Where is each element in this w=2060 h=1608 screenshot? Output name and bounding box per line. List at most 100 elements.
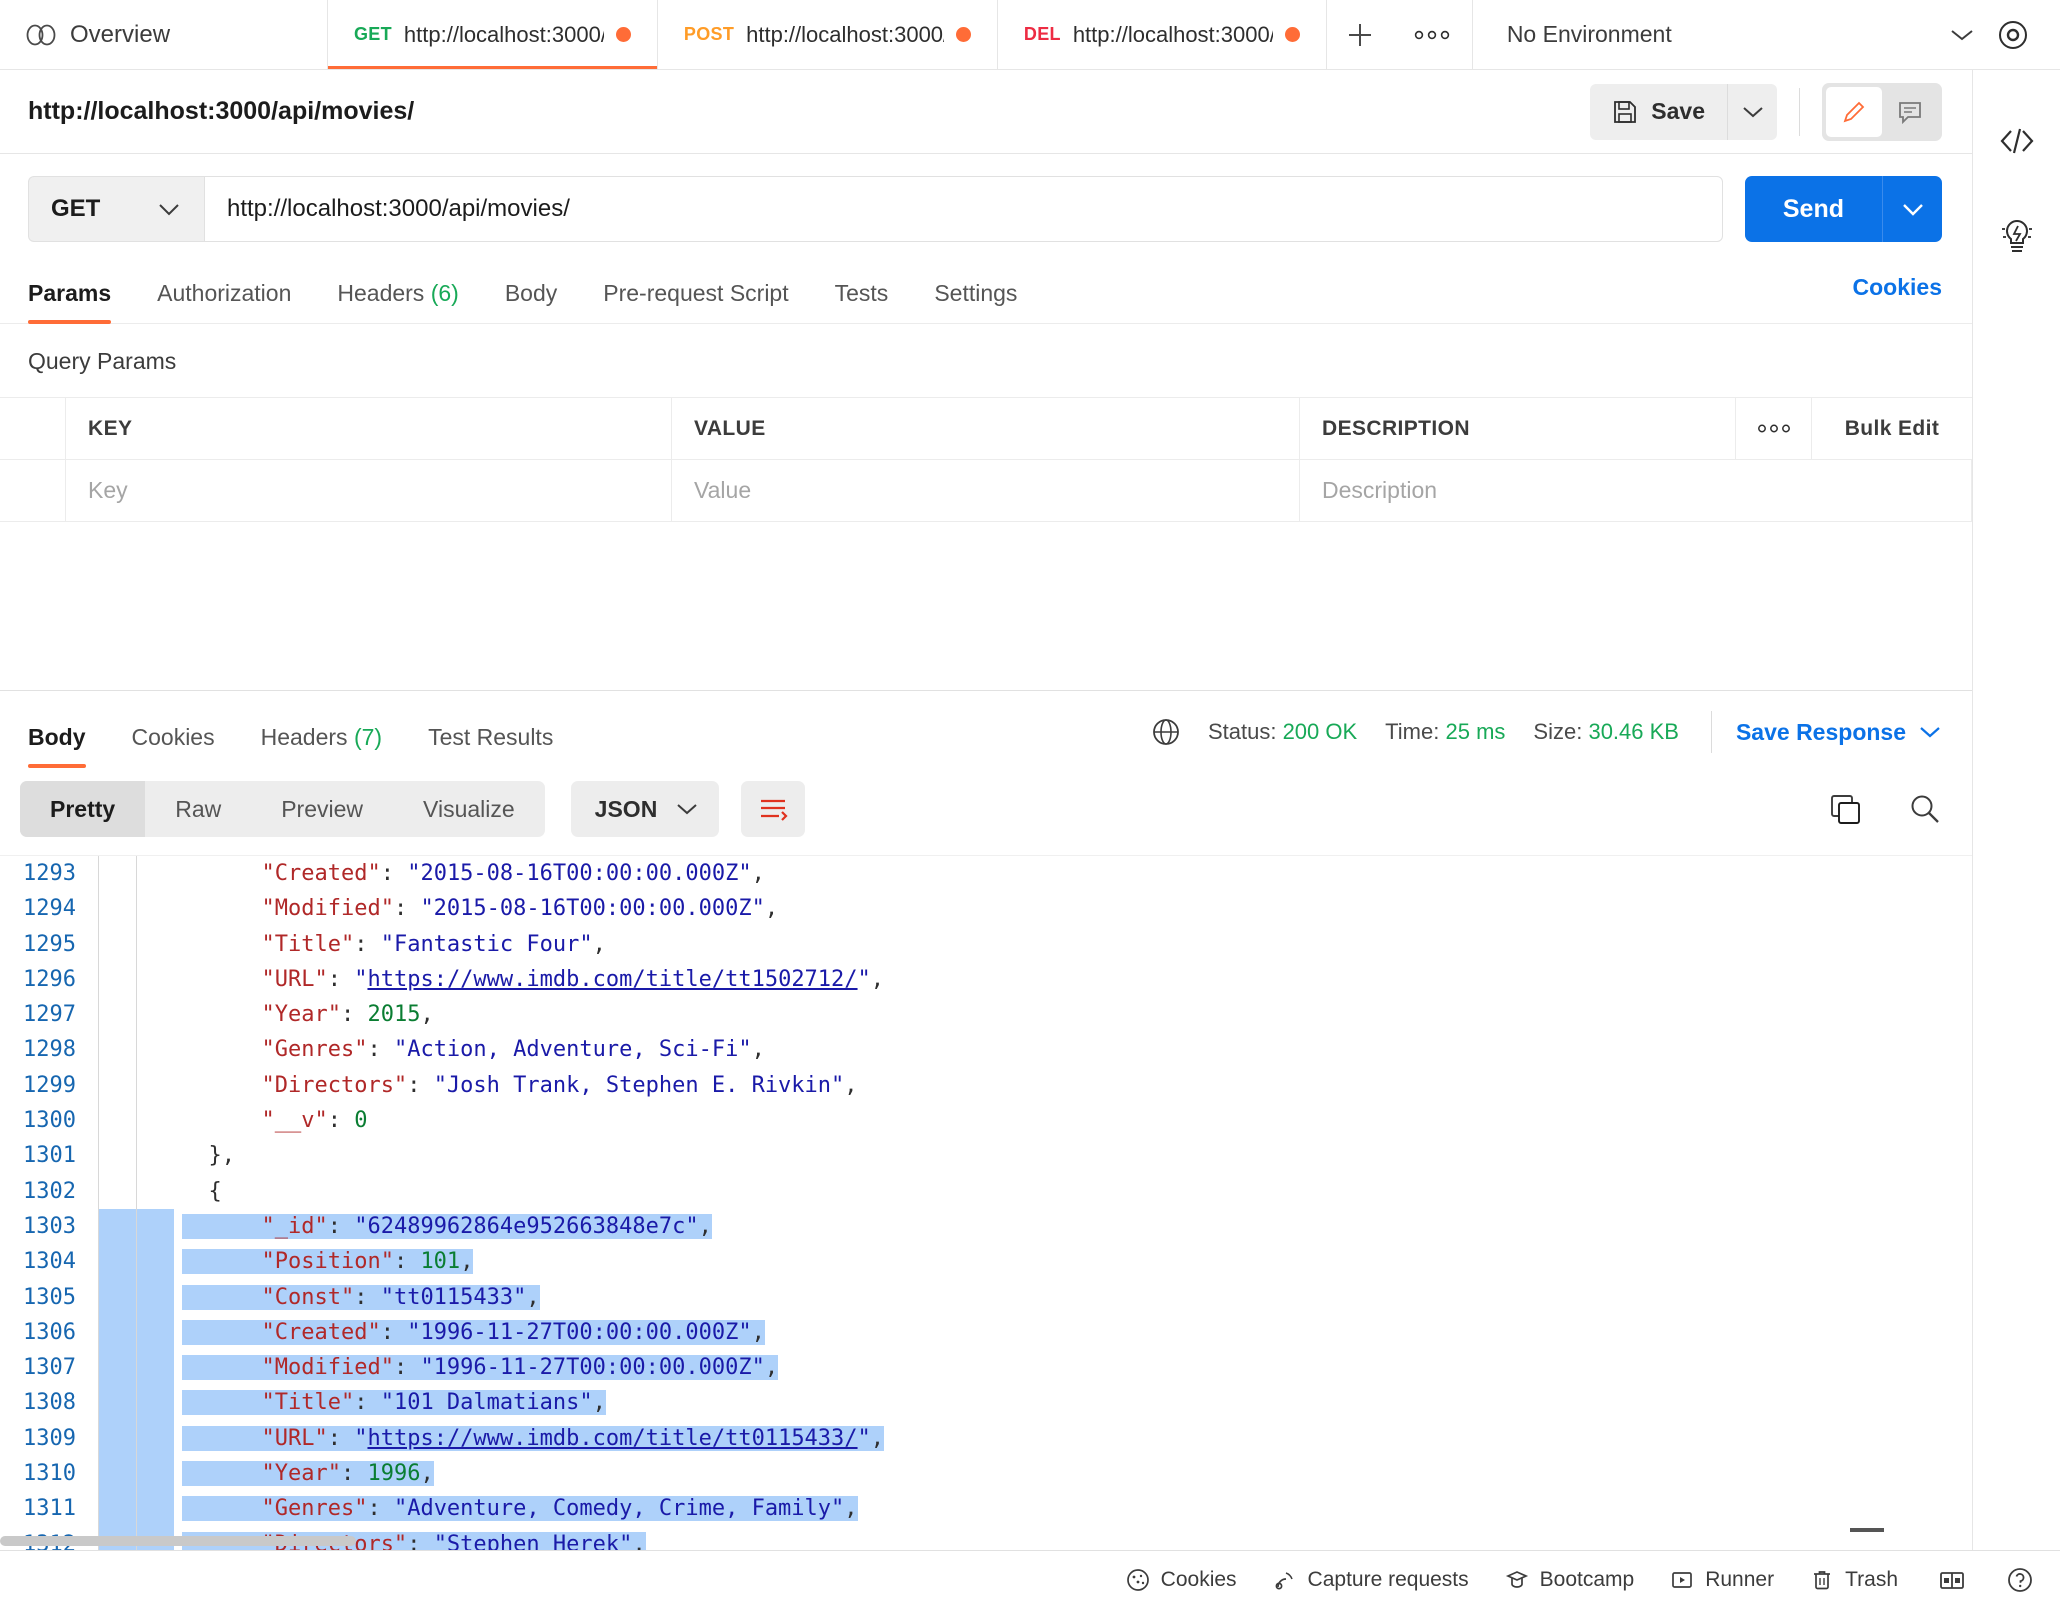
request-tab-delete[interactable]: DEL http://localhost:3000/a xyxy=(998,0,1327,69)
fold-column[interactable] xyxy=(98,962,136,997)
param-key-input[interactable]: Key xyxy=(66,460,672,521)
tab-params[interactable]: Params xyxy=(28,280,111,323)
view-mode-pretty[interactable]: Pretty xyxy=(20,781,145,837)
environment-selector[interactable]: No Environment xyxy=(1507,21,1976,48)
url-input[interactable] xyxy=(204,176,1723,242)
fold-column[interactable] xyxy=(98,1491,136,1526)
save-response-button[interactable]: Save Response xyxy=(1736,719,1942,746)
toggle-two-pane-button[interactable] xyxy=(1938,1568,1966,1592)
wrap-lines-button[interactable] xyxy=(741,781,805,837)
view-mode-raw[interactable]: Raw xyxy=(145,781,251,837)
response-format-select[interactable]: JSON xyxy=(571,781,720,837)
fold-column-inner[interactable] xyxy=(136,962,174,997)
fold-column[interactable] xyxy=(98,1315,136,1350)
response-tab-cookies[interactable]: Cookies xyxy=(132,724,215,767)
fold-column[interactable] xyxy=(98,1032,136,1067)
save-button[interactable]: Save xyxy=(1590,84,1727,140)
horizontal-scrollbar[interactable] xyxy=(0,1536,356,1546)
fold-column-inner[interactable] xyxy=(136,891,174,926)
fold-column[interactable] xyxy=(98,856,136,891)
copy-button[interactable] xyxy=(1828,792,1862,826)
comment-mode-button[interactable] xyxy=(1882,87,1938,137)
fold-column-inner[interactable] xyxy=(136,1280,174,1315)
new-tab-button[interactable] xyxy=(1327,0,1393,69)
fold-column-inner[interactable] xyxy=(136,1209,174,1244)
tab-tests[interactable]: Tests xyxy=(835,280,889,323)
fold-column[interactable] xyxy=(98,1174,136,1209)
fold-column-inner[interactable] xyxy=(136,1138,174,1173)
tab-label: Authorization xyxy=(157,280,291,306)
fold-column-inner[interactable] xyxy=(136,1244,174,1279)
tab-authorization[interactable]: Authorization xyxy=(157,280,291,323)
save-options-button[interactable] xyxy=(1727,84,1777,140)
code-snippet-button[interactable] xyxy=(1998,126,2036,156)
fold-column[interactable] xyxy=(98,1385,136,1420)
environment-quick-look-button[interactable] xyxy=(1996,18,2030,52)
row-checkbox-cell[interactable] xyxy=(0,460,66,521)
format-value: JSON xyxy=(595,796,658,823)
view-mode-visualize[interactable]: Visualize xyxy=(393,781,545,837)
send-button[interactable]: Send xyxy=(1745,176,1882,242)
tab-headers[interactable]: Headers (6) xyxy=(337,280,458,323)
http-method-select[interactable]: GET xyxy=(28,176,204,242)
params-options-button[interactable] xyxy=(1736,398,1812,459)
fold-column-inner[interactable] xyxy=(136,1315,174,1350)
divider xyxy=(1711,711,1712,753)
overview-tab[interactable]: Overview xyxy=(0,0,328,69)
param-description-input[interactable]: Description xyxy=(1300,460,1972,521)
fold-column-inner[interactable] xyxy=(136,1174,174,1209)
fold-column-inner[interactable] xyxy=(136,1385,174,1420)
fold-column[interactable] xyxy=(98,1280,136,1315)
request-tab-get[interactable]: GET http://localhost:3000/a xyxy=(328,0,658,69)
send-options-button[interactable] xyxy=(1882,176,1942,242)
fold-column-inner[interactable] xyxy=(136,1491,174,1526)
view-mode-preview[interactable]: Preview xyxy=(251,781,393,837)
response-tab-body[interactable]: Body xyxy=(28,724,86,767)
code-token: "__v" xyxy=(261,1108,327,1133)
fold-column-inner[interactable] xyxy=(136,1032,174,1067)
status-trash-button[interactable]: Trash xyxy=(1810,1568,1898,1592)
fold-column[interactable] xyxy=(98,997,136,1032)
fold-column-inner[interactable] xyxy=(136,1421,174,1456)
edit-mode-button[interactable] xyxy=(1826,87,1882,137)
time-badge: Time: 25 ms xyxy=(1385,719,1505,745)
response-body-code[interactable]: 1293 "Created": "2015-08-16T00:00:00.000… xyxy=(0,855,1972,1550)
fold-column-inner[interactable] xyxy=(136,1068,174,1103)
fold-column[interactable] xyxy=(98,1244,136,1279)
cookies-link[interactable]: Cookies xyxy=(1853,274,1942,311)
request-tab-post[interactable]: POST http://localhost:3000/ xyxy=(658,0,998,69)
fold-column-inner[interactable] xyxy=(136,1350,174,1385)
tab-settings[interactable]: Settings xyxy=(934,280,1017,323)
code-token: : xyxy=(367,1496,394,1521)
tab-prerequest-script[interactable]: Pre-request Script xyxy=(603,280,788,323)
fold-column-inner[interactable] xyxy=(136,1103,174,1138)
fold-column-inner[interactable] xyxy=(136,927,174,962)
search-button[interactable] xyxy=(1908,792,1942,826)
fold-column[interactable] xyxy=(98,1103,136,1138)
code-token: "Fantastic Four" xyxy=(381,932,593,957)
fold-column[interactable] xyxy=(98,1421,136,1456)
tab-options-button[interactable] xyxy=(1393,0,1473,69)
code-token: "Stephen Herek" xyxy=(434,1532,633,1550)
status-capture-requests-button[interactable]: Capture requests xyxy=(1273,1568,1469,1592)
tab-body[interactable]: Body xyxy=(505,280,557,323)
status-cookies-button[interactable]: Cookies xyxy=(1126,1568,1237,1592)
status-bootcamp-button[interactable]: Bootcamp xyxy=(1505,1568,1635,1592)
response-tab-headers[interactable]: Headers (7) xyxy=(261,724,382,767)
param-value-input[interactable]: Value xyxy=(672,460,1300,521)
fold-column-inner[interactable] xyxy=(136,1456,174,1491)
fold-column[interactable] xyxy=(98,1068,136,1103)
fold-column-inner[interactable] xyxy=(136,856,174,891)
postbot-button[interactable] xyxy=(1999,216,2035,254)
fold-column[interactable] xyxy=(98,1138,136,1173)
fold-column[interactable] xyxy=(98,927,136,962)
bulk-edit-button[interactable]: Bulk Edit xyxy=(1812,398,1972,459)
fold-column[interactable] xyxy=(98,1456,136,1491)
help-button[interactable] xyxy=(2006,1566,2034,1594)
status-runner-button[interactable]: Runner xyxy=(1670,1568,1774,1592)
fold-column[interactable] xyxy=(98,1209,136,1244)
response-tab-test-results[interactable]: Test Results xyxy=(428,724,553,767)
fold-column-inner[interactable] xyxy=(136,997,174,1032)
fold-column[interactable] xyxy=(98,1350,136,1385)
fold-column[interactable] xyxy=(98,891,136,926)
